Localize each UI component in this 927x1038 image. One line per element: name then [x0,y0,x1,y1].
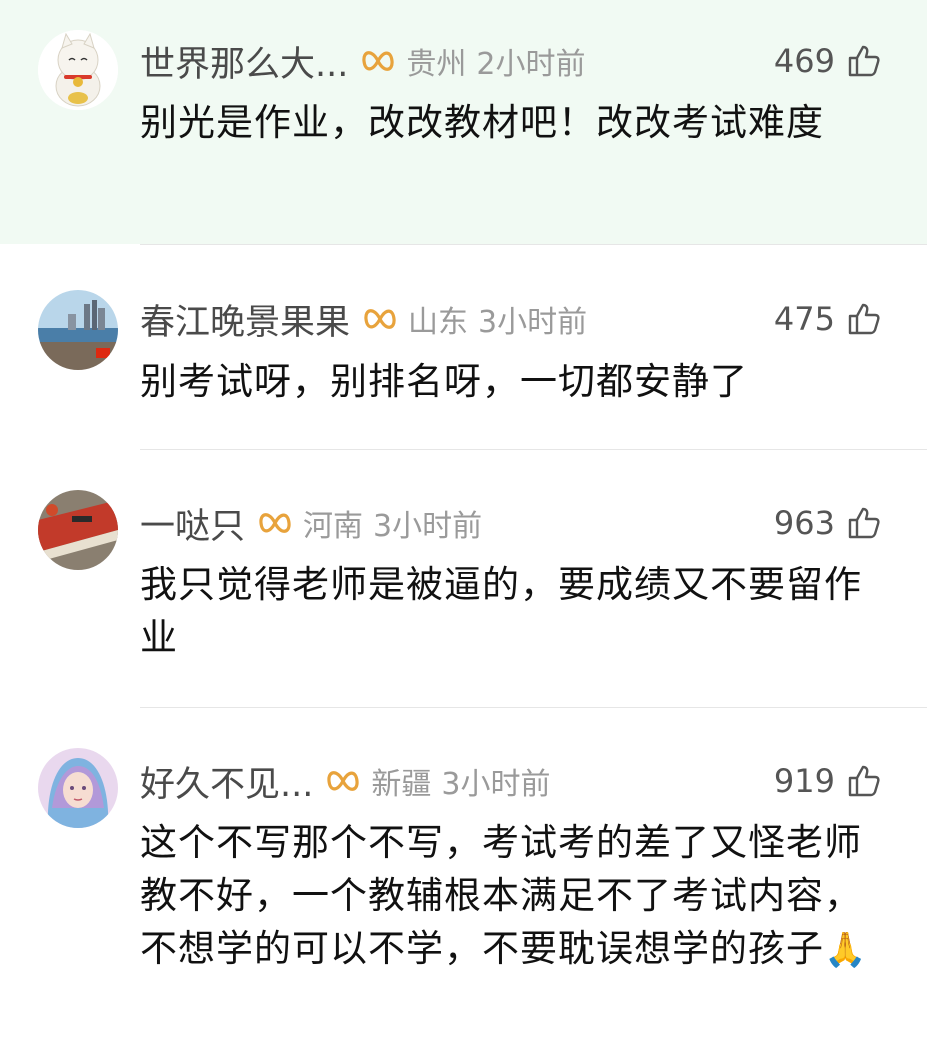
comment-item: 世界那么大... 贵州 2小时前 469 别光是作业，改改教材吧！改改考试难度 [0,0,927,244]
username[interactable]: 好久不见... [140,756,313,807]
lucky-cat-avatar-image [38,30,118,110]
like-count: 469 [773,42,835,80]
username[interactable]: 春江晚景果果 [140,294,350,345]
seaside-avatar-image [38,290,118,370]
username[interactable]: 一哒只 [140,498,245,549]
like-count: 475 [773,300,835,338]
comment-header: 好久不见... 新疆 3小时前 919 [140,756,883,807]
girl-avatar-image [38,748,118,828]
comment-text: 这个不写那个不写，考试考的差了又怪老师教不好，一个教辅根本满足不了考试内容，不想… [140,821,868,970]
timestamp: 3小时前 [441,767,551,802]
track-avatar-image [38,490,118,570]
thumbs-up-icon[interactable] [847,505,883,541]
timestamp: 2小时前 [476,47,586,82]
avatar[interactable] [38,290,118,370]
thumbs-up-icon[interactable] [847,763,883,799]
like-count: 963 [773,504,835,542]
comment-header: 春江晚景果果 山东 3小时前 475 [140,294,883,345]
praying-hands-emoji: 🙏 [824,930,868,970]
infinity-badge-icon [362,51,394,71]
like-count: 919 [773,762,835,800]
thumbs-up-icon[interactable] [847,43,883,79]
comment-header: 世界那么大... 贵州 2小时前 469 [140,36,883,87]
comment-item: 一哒只 河南 3小时前 963 我只觉得老师是被逼的，要成绩又不要留作业 [0,450,927,708]
infinity-badge-icon [327,771,359,791]
avatar[interactable] [38,490,118,570]
comment-item: 春江晚景果果 山东 3小时前 475 别考试呀，别排名呀，一切都安静了 [0,245,927,450]
location: 山东 [408,305,469,340]
comment-header: 一哒只 河南 3小时前 963 [140,498,883,549]
username[interactable]: 世界那么大... [140,36,348,87]
comment-list: 世界那么大... 贵州 2小时前 469 别光是作业，改改教材吧！改改考试难度 [0,0,927,1038]
location: 新疆 [371,767,432,802]
comment-text: 别光是作业，改改教材吧！改改考试难度 [140,101,824,144]
comment-text: 别考试呀，别排名呀，一切都安静了 [140,360,748,403]
comment-text: 我只觉得老师是被逼的，要成绩又不要留作业 [140,563,862,659]
timestamp: 3小时前 [373,509,483,544]
timestamp: 3小时前 [478,305,588,340]
thumbs-up-icon[interactable] [847,301,883,337]
infinity-badge-icon [364,309,396,329]
location: 河南 [303,509,364,544]
infinity-badge-icon [259,513,291,533]
location: 贵州 [406,47,467,82]
avatar[interactable] [38,748,118,828]
avatar[interactable] [38,30,118,110]
comment-item: 好久不见... 新疆 3小时前 919 这个不写那个不写，考试考的差了又怪老师教… [0,708,927,1038]
